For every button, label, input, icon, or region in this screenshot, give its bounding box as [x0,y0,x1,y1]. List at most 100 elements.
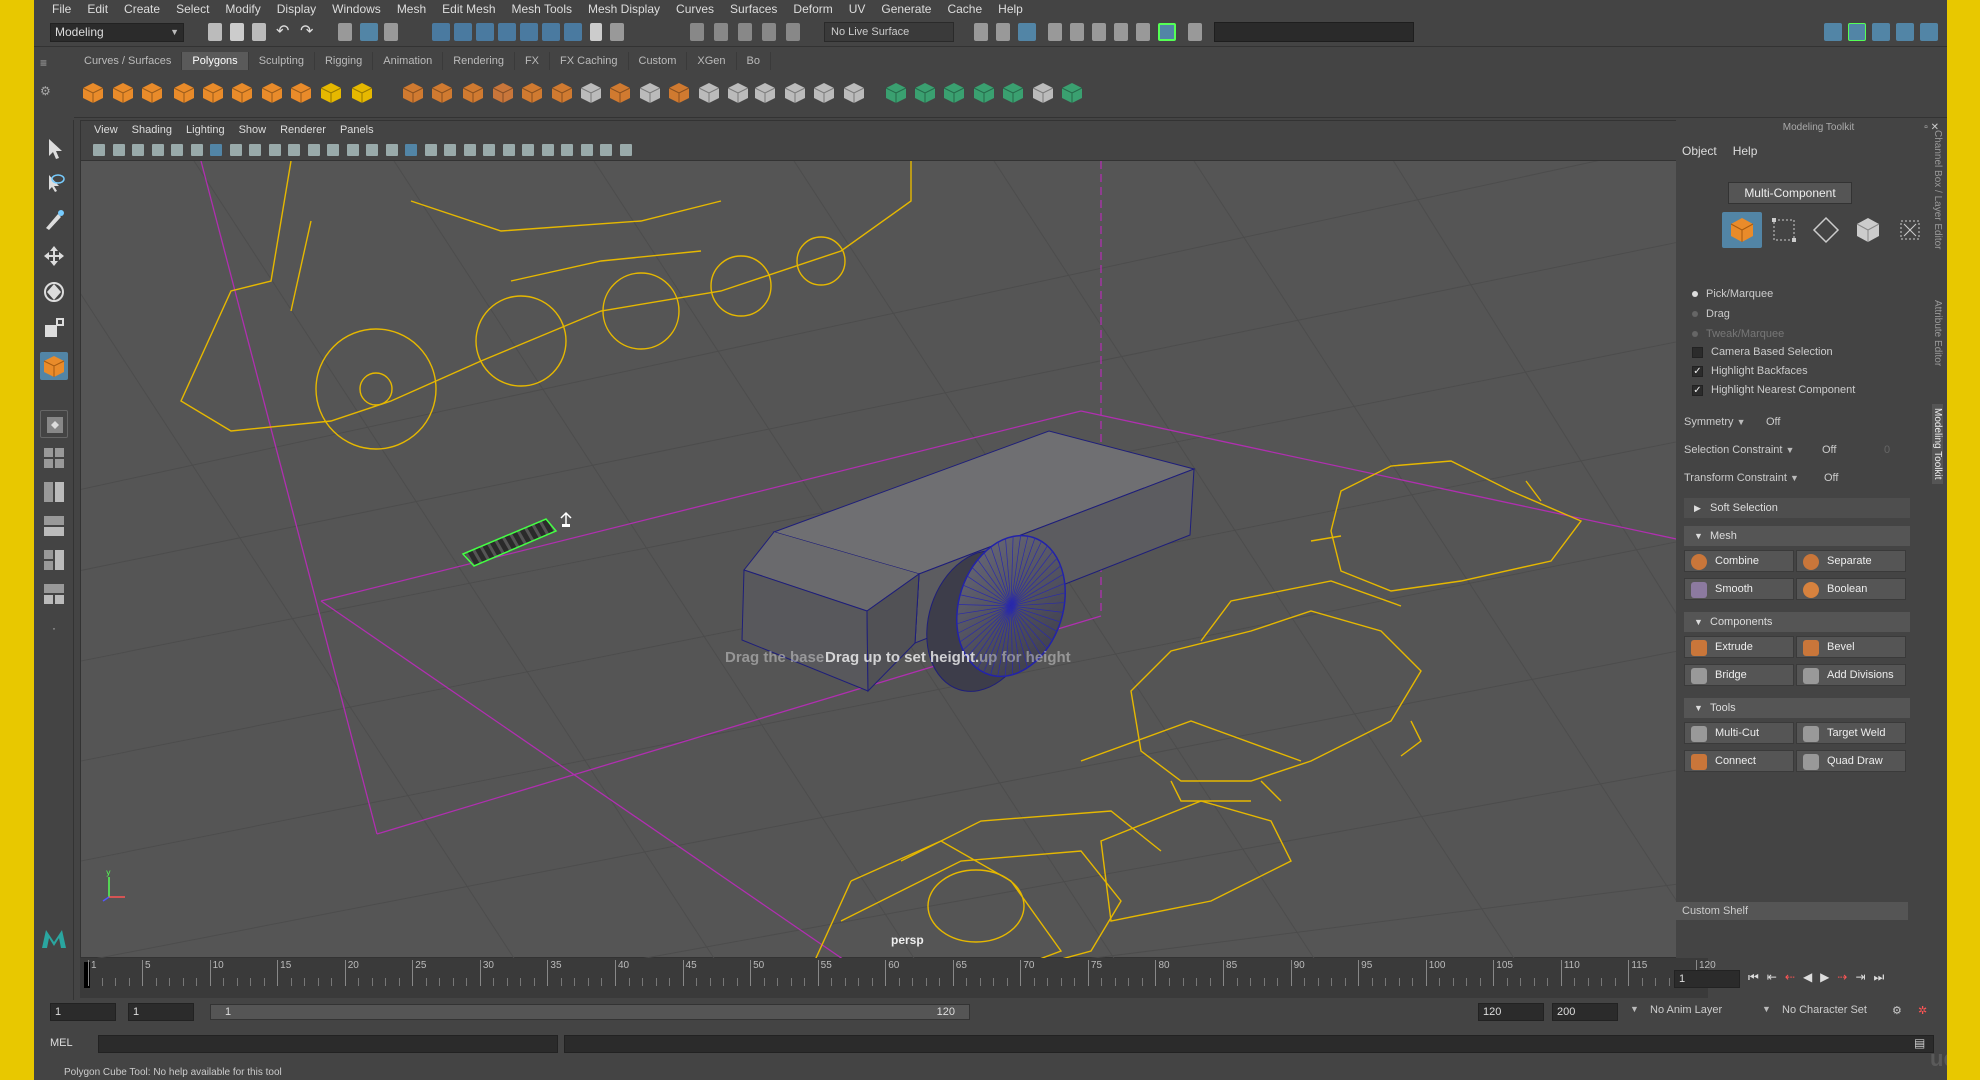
render-sequence-icon[interactable] [1114,23,1128,41]
step-forward-key-icon[interactable]: ⇥ [1855,970,1865,985]
symmetry-row[interactable]: Symmetry ▼ Off [1684,416,1780,428]
grease-pencil-icon[interactable] [190,144,203,156]
tool-settings-icon[interactable] [762,23,776,41]
poly-prism-icon[interactable] [259,80,285,106]
add-divisions-button[interactable]: Add Divisions [1796,664,1906,686]
poly-plane-icon[interactable] [200,80,226,106]
open-scene-icon[interactable] [230,23,244,41]
checkmark-icon[interactable]: ✓ [1692,384,1703,396]
play-backwards-icon[interactable]: ◀ [1803,970,1812,985]
select-camera-icon[interactable] [93,144,105,156]
menu-mesh-tools[interactable]: Mesh Tools [504,0,580,18]
poly-cube-icon[interactable] [110,80,136,106]
magnet-icon[interactable] [786,23,800,41]
render-frame-icon[interactable] [996,23,1010,41]
multi-cut-icon[interactable] [696,80,722,106]
step-back-frame-icon[interactable]: ⇠ [1785,970,1795,985]
uv-auto-icon[interactable] [971,80,997,106]
construction-history-icon[interactable] [738,23,752,41]
live-surface-field[interactable]: No Live Surface [824,22,954,42]
radio-dot[interactable] [1692,331,1698,337]
check-highlight-backfaces[interactable]: ✓ Highlight Backfaces [1692,365,1808,377]
vertex-mode-icon[interactable] [1764,212,1804,248]
smooth-icon[interactable] [460,80,486,106]
modeling-toolkit-tab[interactable]: Modeling Toolkit [1932,404,1943,484]
bookmarks-icon[interactable] [132,144,144,156]
snap-point-icon[interactable] [476,23,494,41]
bridge-icon[interactable] [637,80,663,106]
extrude-button[interactable]: Extrude [1684,636,1794,658]
polygon-cube-tool-icon[interactable] [40,352,68,380]
more-layouts-icon[interactable]: · [40,614,68,642]
depth-of-field-icon[interactable] [522,144,534,156]
select-object-icon[interactable] [360,23,378,41]
xray-active-icon[interactable] [600,144,612,156]
boolean-button[interactable]: Boolean [1796,578,1906,600]
quick-select-field[interactable] [1214,22,1414,42]
redo-icon[interactable]: ↷ [300,23,318,41]
menuset-dropdown[interactable]: Modeling ▼ [50,23,184,42]
mel-label[interactable]: MEL [50,1037,73,1049]
radio-dot[interactable] [1692,291,1698,297]
combine-button[interactable]: Combine [1684,550,1794,572]
menu-edit-mesh[interactable]: Edit Mesh [434,0,503,18]
save-scene-icon[interactable] [252,23,266,41]
single-layout-icon[interactable] [40,410,68,438]
snap-surface-icon[interactable] [520,23,538,41]
radio-drag[interactable]: Drag [1692,308,1730,320]
rotate-tool-icon[interactable] [40,278,68,306]
modeling-toolkit-toggle-icon[interactable] [1920,23,1938,41]
poly-torus-icon[interactable] [229,80,255,106]
xray-icon[interactable] [561,144,573,156]
tools-section-header[interactable]: ▼ Tools [1684,698,1910,718]
snap-grid-icon[interactable] [432,23,450,41]
menu-display[interactable]: Display [269,0,324,18]
graph-layout-icon[interactable] [40,546,68,574]
viewport-menu-show[interactable]: Show [232,121,274,139]
gate-mask-icon[interactable] [268,144,281,156]
hypershade-layout-icon[interactable] [40,580,68,608]
menu-mesh[interactable]: Mesh [389,0,434,18]
outliner-layout-icon[interactable] [40,512,68,540]
attribute-editor-toggle-icon[interactable] [1872,23,1890,41]
snap-view-icon[interactable] [498,23,516,41]
edge-loop-icon[interactable] [725,80,751,106]
move-tool-icon[interactable] [40,242,68,270]
motion-blur-icon[interactable] [483,144,495,156]
safe-title-icon[interactable] [327,144,339,156]
range-slider[interactable]: 1 120 [210,1004,970,1020]
character-set-dropdown[interactable]: No Character Set [1782,1004,1867,1016]
poly-cone-icon[interactable] [171,80,197,106]
channel-box-tab[interactable]: Channel Box / Layer Editor [1932,130,1943,250]
resolution-gate-icon[interactable] [249,144,261,156]
current-time-marker[interactable] [84,962,90,988]
offset-loop-icon[interactable] [752,80,778,106]
poly-pipe-icon[interactable] [288,80,314,106]
bevel-button[interactable]: Bevel [1796,636,1906,658]
shelf-tab-fx[interactable]: FX [515,52,551,70]
menu-generate[interactable]: Generate [873,0,939,18]
shelf-menu-icon[interactable]: ≡ ⚙ [40,56,58,116]
quad-draw-button[interactable]: Quad Draw [1796,750,1906,772]
textured-icon[interactable] [405,144,417,156]
shelf-tab-polygons[interactable]: Polygons [182,52,249,70]
uv-grid-icon[interactable] [1059,80,1085,106]
face-mode-icon[interactable] [1848,212,1888,248]
field-chart-icon[interactable] [288,144,300,156]
checkbox[interactable] [1692,346,1703,358]
uv-cylindrical-icon[interactable] [912,80,938,106]
attribute-editor-tab[interactable]: Attribute Editor [1932,300,1943,366]
components-section-header[interactable]: ▼ Components [1684,612,1910,632]
start-time-field[interactable]: 1 [50,1003,116,1021]
toolkit-menu-help[interactable]: Help [1733,144,1758,158]
menu-uv[interactable]: UV [841,0,874,18]
select-hierarchy-icon[interactable] [338,23,352,41]
select-tool-icon[interactable] [40,134,68,162]
fill-hole-icon[interactable] [578,80,604,106]
uv-layout-icon[interactable] [1030,80,1056,106]
playback-start-field[interactable]: 1 [128,1003,194,1021]
render-view-icon[interactable] [974,23,988,41]
toolkit-menu-object[interactable]: Object [1682,144,1717,158]
menu-deform[interactable]: Deform [785,0,840,18]
mirror-icon[interactable] [549,80,575,106]
